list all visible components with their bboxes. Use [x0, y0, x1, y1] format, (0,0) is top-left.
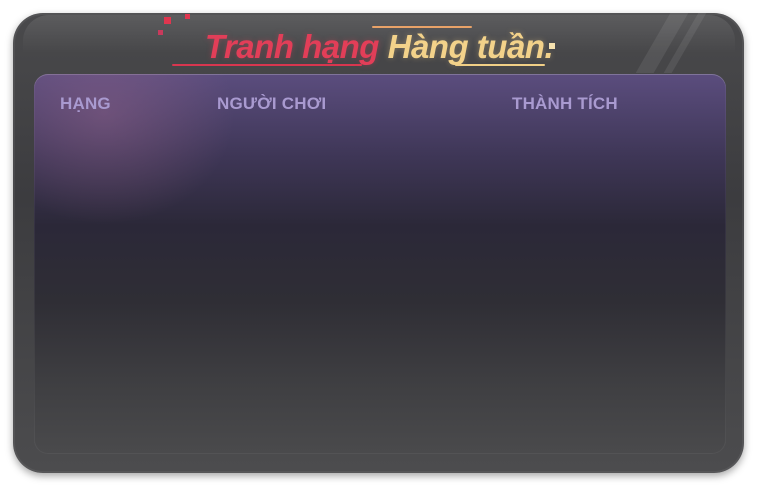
- leaderboard-panel: HẠNG NGƯỜI CHƠI THÀNH TÍCH: [34, 74, 726, 454]
- title-part-weekly-ranking: Tranh hạng: [204, 28, 380, 65]
- decor-pixel: [185, 14, 190, 19]
- decor-pixel: [164, 17, 171, 24]
- column-header-player: NGƯỜI CHƠI: [217, 94, 327, 113]
- column-header-score: THÀNH TÍCH: [512, 94, 618, 113]
- page-title: Tranh hạng Hàng tuần.: [0, 28, 758, 66]
- column-header-rank: HẠNG: [60, 94, 111, 113]
- title-part-weekly: Hàng tuần.: [387, 28, 554, 65]
